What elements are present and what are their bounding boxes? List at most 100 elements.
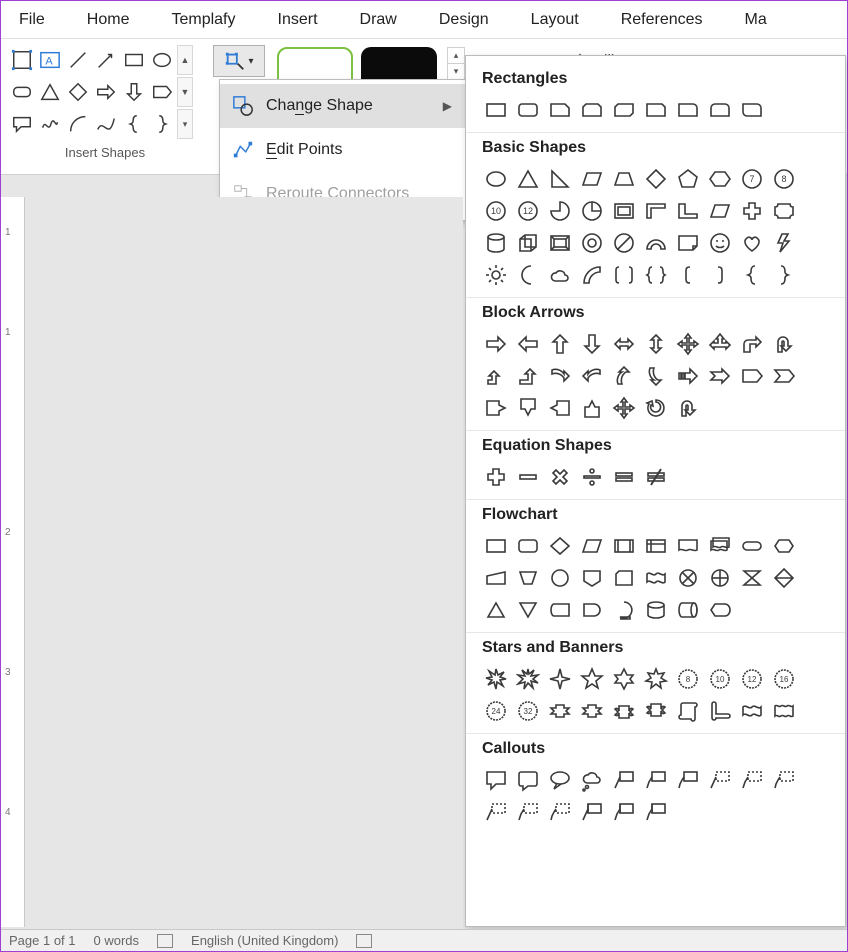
donut-icon[interactable] — [578, 229, 606, 257]
tab-layout[interactable]: Layout — [513, 5, 597, 35]
curved-down-arrow-icon[interactable] — [642, 362, 670, 390]
16-point-star-icon[interactable]: 16 — [770, 665, 798, 693]
tab-insert[interactable]: Insert — [260, 5, 336, 35]
gallery-more-icon[interactable]: ▾ — [177, 109, 193, 139]
folded-corner-icon[interactable] — [674, 229, 702, 257]
division-icon[interactable] — [578, 463, 606, 491]
line-callout-1-accent-icon[interactable] — [706, 766, 734, 794]
trapezoid-icon[interactable] — [610, 165, 638, 193]
rectangular-callout-icon[interactable] — [482, 766, 510, 794]
accessibility-icon[interactable] — [356, 934, 372, 948]
rounded-rectangular-callout-icon[interactable] — [514, 766, 542, 794]
multidocument-icon[interactable] — [706, 532, 734, 560]
change-shape-panel[interactable]: Rectangles Basic Shapes 781012 Block Arr… — [465, 55, 846, 927]
shape-callout-icon[interactable] — [9, 109, 35, 139]
snip-single-corner-icon[interactable] — [546, 96, 574, 124]
plus-icon[interactable] — [482, 463, 510, 491]
tab-home[interactable]: Home — [69, 5, 148, 35]
magnetic-disk-icon[interactable] — [642, 596, 670, 624]
manual-input-icon[interactable] — [482, 564, 510, 592]
oval-icon[interactable] — [482, 165, 510, 193]
bevel-icon[interactable] — [546, 229, 574, 257]
curved-up-arrow-icon[interactable] — [610, 362, 638, 390]
curved-right-arrow-icon[interactable] — [546, 362, 574, 390]
32-point-star-icon[interactable]: 32 — [514, 697, 542, 725]
shape-freeform-icon[interactable] — [37, 109, 63, 139]
round-diagonal-icon[interactable] — [738, 96, 766, 124]
shape-curve-icon[interactable] — [93, 109, 119, 139]
data-icon[interactable] — [578, 532, 606, 560]
left-bracket-icon[interactable] — [674, 261, 702, 289]
curved-down-ribbon-icon[interactable] — [642, 697, 670, 725]
line-callout-3-border-accent-icon[interactable] — [642, 798, 670, 826]
down-arrow-callout-icon[interactable] — [514, 394, 542, 422]
explosion-2-icon[interactable] — [514, 665, 542, 693]
document-icon[interactable] — [674, 532, 702, 560]
document-area[interactable] — [25, 197, 463, 927]
curved-left-arrow-icon[interactable] — [578, 362, 606, 390]
delay-icon[interactable] — [578, 596, 606, 624]
line-callout-2-accent-icon[interactable] — [738, 766, 766, 794]
line-callout-3-accent-icon[interactable] — [770, 766, 798, 794]
line-callout-2-noborder-icon[interactable] — [514, 798, 542, 826]
direct-access-icon[interactable] — [674, 596, 702, 624]
sort-icon[interactable] — [770, 564, 798, 592]
up-ribbon-icon[interactable] — [546, 697, 574, 725]
half-frame-icon[interactable] — [642, 197, 670, 225]
gallery-up-icon[interactable]: ▲ — [177, 45, 193, 75]
horizontal-scroll-icon[interactable] — [706, 697, 734, 725]
status-page[interactable]: Page 1 of 1 — [9, 933, 76, 948]
snip-same-side-icon[interactable] — [578, 96, 606, 124]
left-right-arrow-icon[interactable] — [610, 330, 638, 358]
hexagon-icon[interactable] — [706, 165, 734, 193]
shape-leftbrace-icon[interactable] — [121, 109, 147, 139]
block-arc-icon[interactable] — [642, 229, 670, 257]
right-brace-icon[interactable] — [770, 261, 798, 289]
predefined-process-icon[interactable] — [610, 532, 638, 560]
multiply-icon[interactable] — [546, 463, 574, 491]
shape-pentagon-icon[interactable] — [149, 77, 175, 107]
cloud-icon[interactable] — [546, 261, 574, 289]
shape-arrow-line-icon[interactable] — [93, 45, 119, 75]
frame-icon[interactable] — [610, 197, 638, 225]
notched-right-arrow-icon[interactable] — [706, 362, 734, 390]
10-point-star-icon[interactable]: 10 — [706, 665, 734, 693]
line-callout-1-border-accent-icon[interactable] — [578, 798, 606, 826]
not-equal-icon[interactable] — [642, 463, 670, 491]
shape-textbox-selected-icon[interactable] — [9, 45, 35, 75]
vertical-scroll-icon[interactable] — [674, 697, 702, 725]
right-bracket-icon[interactable] — [706, 261, 734, 289]
octagon-icon[interactable]: 8 — [770, 165, 798, 193]
right-arrow-callout-icon[interactable] — [482, 394, 510, 422]
shape-oval-icon[interactable] — [149, 45, 175, 75]
menu-change-shape[interactable]: Change Shape ▶ — [220, 84, 466, 128]
up-arrow-icon[interactable] — [546, 330, 574, 358]
decagon-icon[interactable]: 10 — [482, 197, 510, 225]
6-point-star-icon[interactable] — [610, 665, 638, 693]
5-point-star-icon[interactable] — [578, 665, 606, 693]
decision-icon[interactable] — [546, 532, 574, 560]
line-callout-1-icon[interactable] — [610, 766, 638, 794]
heart-icon[interactable] — [738, 229, 766, 257]
shape-arrow-down-icon[interactable] — [121, 77, 147, 107]
wave-icon[interactable] — [738, 697, 766, 725]
right-triangle-icon[interactable] — [546, 165, 574, 193]
equal-icon[interactable] — [610, 463, 638, 491]
shape-triangle-icon[interactable] — [37, 77, 63, 107]
preparation-icon[interactable] — [770, 532, 798, 560]
shape-arrow-right-icon[interactable] — [93, 77, 119, 107]
terminator-icon[interactable] — [738, 532, 766, 560]
diagonal-stripe-icon[interactable] — [706, 197, 734, 225]
left-up-arrow-icon[interactable] — [482, 362, 510, 390]
status-language[interactable]: English (United Kingdom) — [191, 933, 338, 948]
cube-icon[interactable] — [514, 229, 542, 257]
down-ribbon-icon[interactable] — [578, 697, 606, 725]
alternate-process-icon[interactable] — [514, 532, 542, 560]
or-icon[interactable] — [706, 564, 734, 592]
l-shape-icon[interactable] — [674, 197, 702, 225]
merge-icon[interactable] — [514, 596, 542, 624]
tab-cut[interactable]: Ma — [727, 5, 785, 35]
spellcheck-icon[interactable] — [157, 934, 173, 948]
connector-icon[interactable] — [546, 564, 574, 592]
line-callout-3-noborder-icon[interactable] — [546, 798, 574, 826]
